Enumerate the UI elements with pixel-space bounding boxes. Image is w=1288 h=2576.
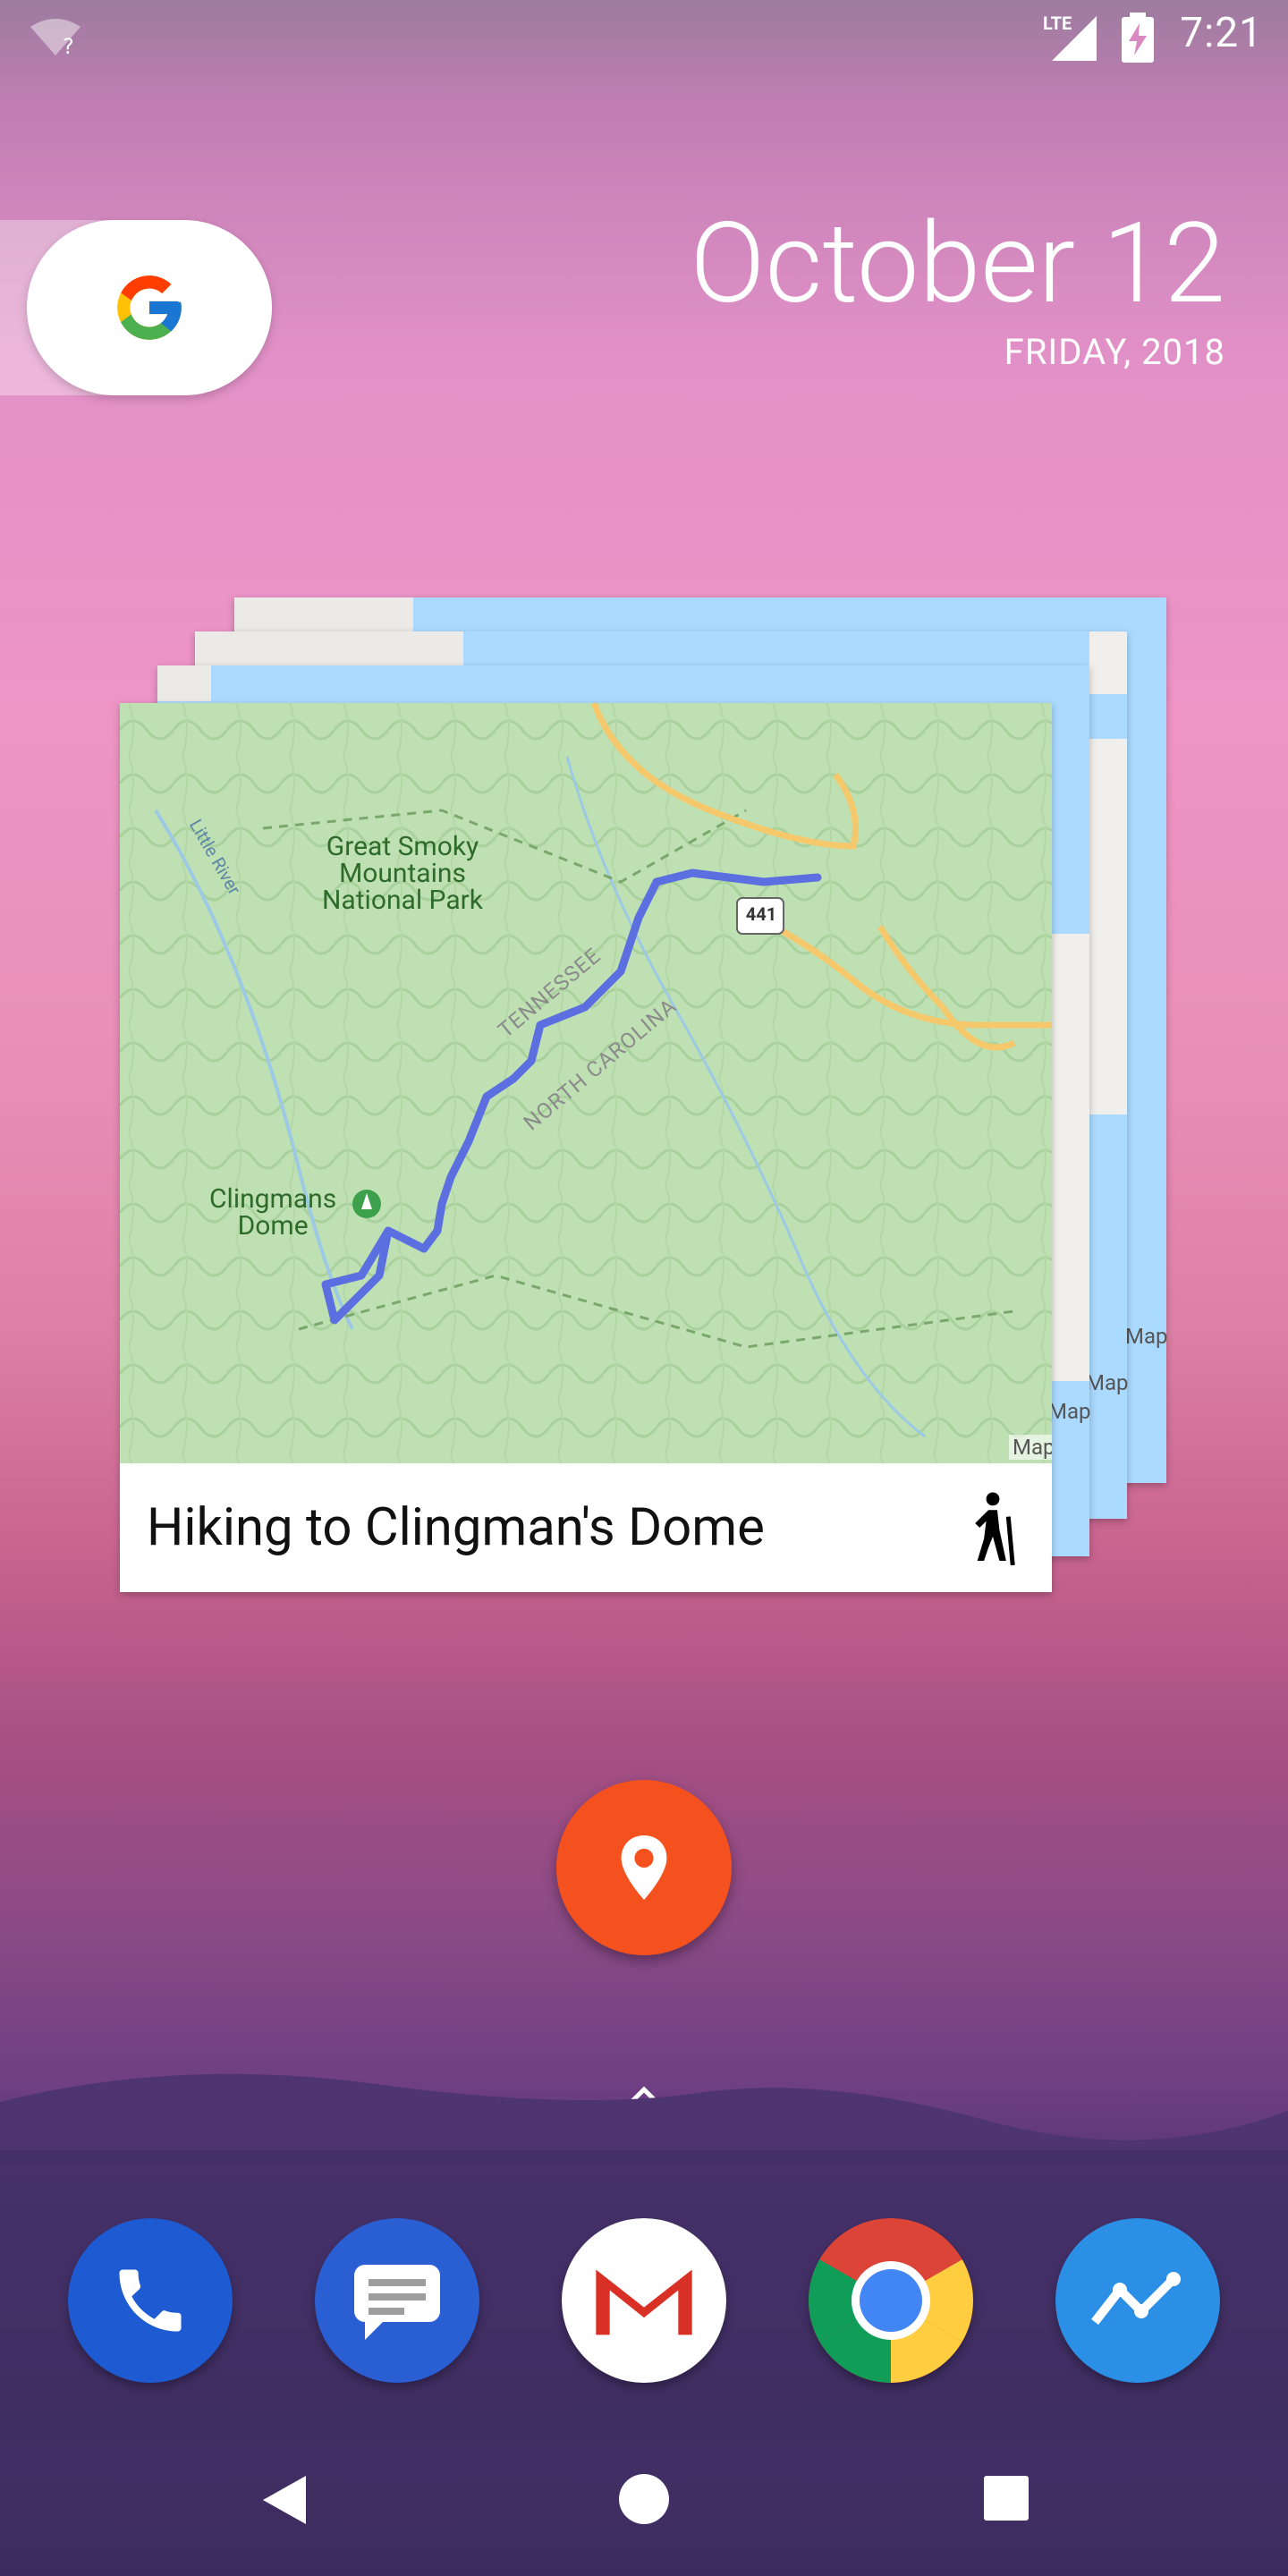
clock: 7:21	[1180, 9, 1263, 57]
status-bar: ? LTE 7:21	[0, 0, 1288, 75]
park-label-2: Mountains	[339, 858, 466, 889]
map-attribution-3: Map	[1125, 1324, 1168, 1349]
recents-icon[interactable]	[982, 2474, 1030, 2522]
location-fab[interactable]	[556, 1780, 732, 1955]
wifi-unknown-icon: ?	[30, 19, 80, 57]
trends-app-icon[interactable]	[1055, 2218, 1220, 2383]
google-search-button[interactable]	[27, 220, 272, 395]
poi-label-1: Clingmans	[209, 1183, 337, 1215]
card-caption: Hiking to Clingman's Dome	[120, 1463, 1052, 1592]
map-attribution-2: Map	[1086, 1370, 1129, 1395]
gmail-app-icon[interactable]	[562, 2218, 726, 2383]
google-g-icon	[117, 275, 182, 340]
card-title: Hiking to Clingman's Dome	[147, 1497, 765, 1558]
map-attribution: Map	[1009, 1435, 1052, 1460]
trend-line-icon	[1091, 2272, 1181, 2326]
messages-icon	[354, 2265, 440, 2340]
messages-app-icon[interactable]	[315, 2218, 479, 2383]
park-label-3: National Park	[322, 885, 484, 916]
chrome-app-icon[interactable]	[809, 2218, 973, 2383]
battery-charging-icon	[1122, 13, 1154, 63]
back-icon[interactable]	[259, 2472, 309, 2528]
chrome-icon	[809, 2218, 973, 2383]
gmail-icon	[596, 2266, 692, 2335]
cell-signal-icon	[1052, 16, 1097, 61]
weekday-year-label: FRIDAY, 2018	[1004, 331, 1225, 374]
hiking-icon	[975, 1492, 1015, 1565]
map-view[interactable]: Great Smoky Mountains National Park TENN…	[120, 703, 1052, 1463]
phone-icon	[119, 2269, 182, 2332]
location-pin-icon	[621, 1835, 667, 1900]
home-screen: ? LTE 7:21 October 12 FRIDAY, 2018 Map M…	[0, 0, 1288, 2576]
park-label-1: Great Smoky	[326, 831, 479, 862]
date-label: October 12	[690, 199, 1225, 329]
route-shield-label: 441	[745, 903, 777, 925]
poi-label-2: Dome	[237, 1210, 309, 1241]
home-icon[interactable]	[617, 2472, 671, 2526]
date-widget[interactable]: October 12 FRIDAY, 2018	[690, 199, 1225, 374]
mountain-silhouette	[0, 2073, 1288, 2165]
svg-text:?: ?	[63, 34, 74, 57]
hike-card[interactable]: Great Smoky Mountains National Park TENN…	[120, 703, 1052, 1592]
phone-app-icon[interactable]	[68, 2218, 233, 2383]
map-attribution-1: Map	[1048, 1399, 1091, 1424]
navigation-bar	[0, 2445, 1288, 2576]
